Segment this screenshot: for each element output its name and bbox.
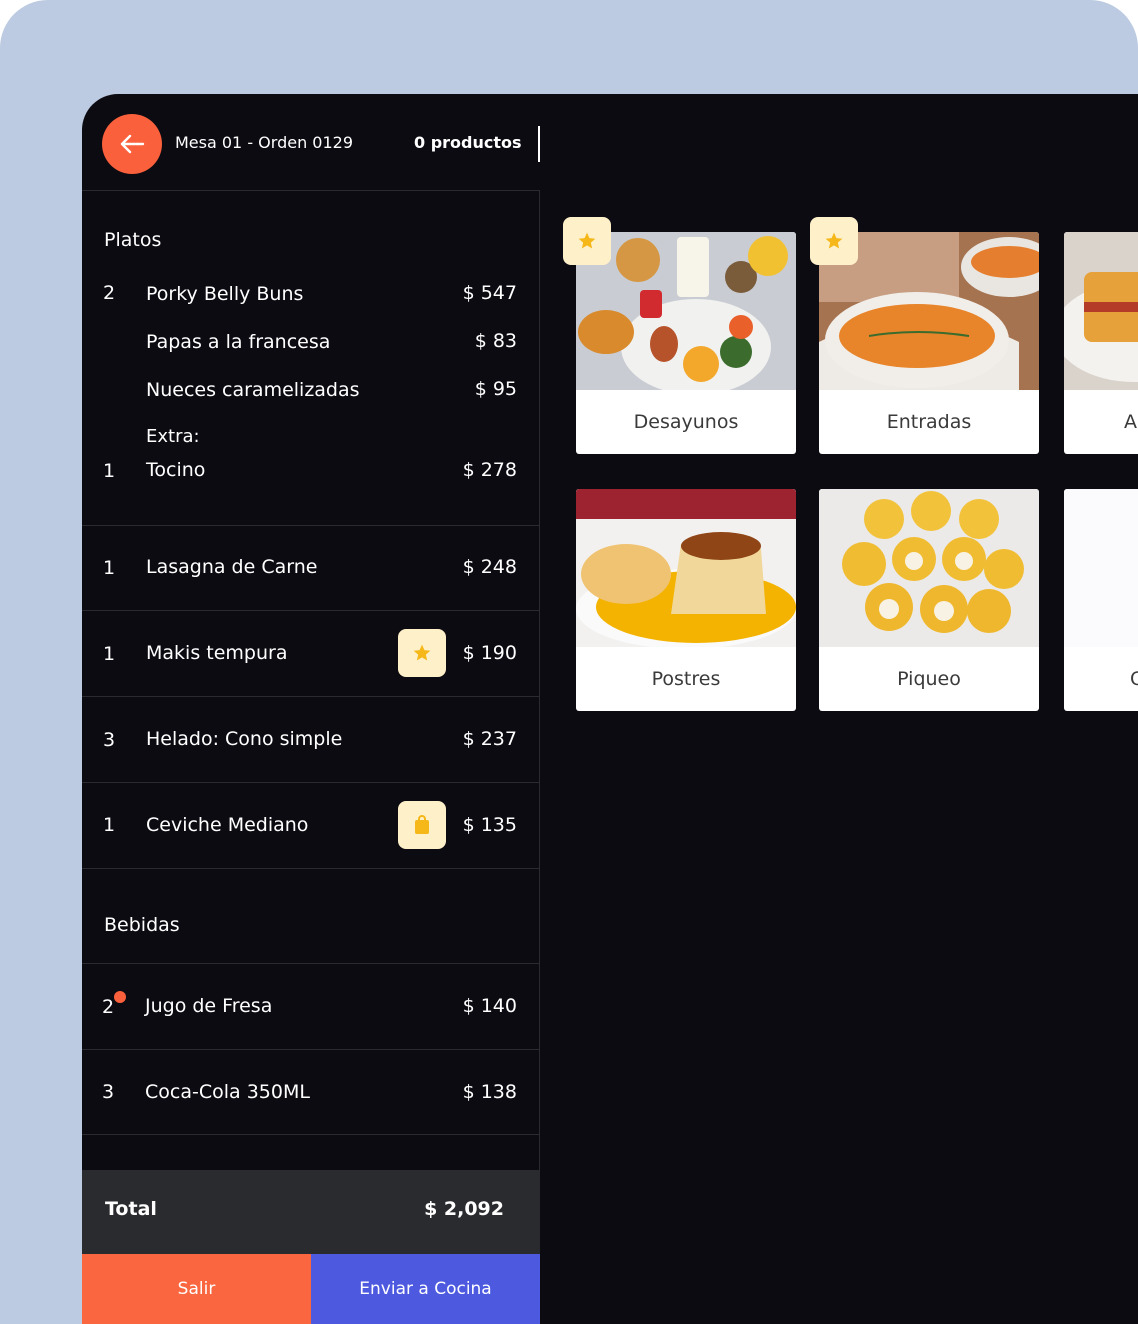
row-divider [82,1049,539,1050]
total-value: $ 2,092 [424,1198,504,1220]
star-icon [413,644,431,661]
item-qty: 1 [103,460,116,482]
item-name: Helado: Cono simple [146,728,343,750]
category-card-c[interactable]: C [1064,489,1138,711]
item-name: Porky Belly Buns [146,283,304,305]
favorite-badge[interactable] [398,629,446,677]
category-label: C [1130,668,1138,690]
exit-button[interactable]: Salir [82,1254,311,1324]
category-image [1064,489,1138,647]
item-qty: 3 [103,729,116,751]
device-frame: Mesa 01 - Orden 0129 0 productos Platos … [0,0,1138,1324]
row-divider [82,868,539,869]
category-label: Entradas [886,411,972,433]
total-bar: Total $ 2,092 [82,1170,540,1254]
item-qty: 2 [103,282,116,304]
product-count: 0 productos [414,133,522,152]
item-price: $ 547 [462,282,517,304]
item-qty: 3 [102,1081,115,1103]
star-icon [578,232,596,249]
item-qty: 2 [102,996,115,1018]
arrow-left-icon [120,134,145,154]
extra-label: Extra: [146,426,200,447]
item-name: Coca-Cola 350ML [145,1081,310,1103]
row-divider [82,696,539,697]
category-label: Desayunos [633,411,739,433]
item-price: $ 138 [462,1081,517,1103]
item-price: $ 140 [462,995,517,1017]
category-card-piqueo[interactable]: Piqueo [819,489,1039,711]
row-divider [82,525,539,526]
item-price: $ 278 [462,459,517,481]
bag-icon [415,815,429,834]
item-qty: 1 [103,814,116,836]
item-name: Ceviche Mediano [146,814,309,836]
category-card-al[interactable]: Al [1064,232,1138,454]
category-label: Piqueo [897,668,961,690]
order-title: Mesa 01 - Orden 0129 [175,133,354,152]
makis-image [819,489,1039,647]
item-name: Lasagna de Carne [146,556,318,578]
row-divider [82,782,539,783]
item-price: $ 135 [462,814,517,836]
category-card-entradas[interactable]: Entradas [819,232,1039,454]
item-name: Jugo de Fresa [145,995,273,1017]
item-qty: 1 [103,557,116,579]
item-qty: 1 [103,643,116,665]
category-card-desayunos[interactable]: Desayunos [576,232,796,454]
item-price: $ 248 [462,556,517,578]
category-label: Postres [651,668,721,690]
pos-screen: Mesa 01 - Orden 0129 0 productos Platos … [82,94,1138,1324]
order-panel: Platos 2 Porky Belly Buns $ 547 Papas a … [82,190,540,1170]
takeaway-badge[interactable] [398,801,446,849]
item-name: Makis tempura [146,642,288,664]
star-icon [825,232,843,249]
item-name: Tocino [146,459,206,481]
category-card-postres[interactable]: Postres [576,489,796,711]
item-price: $ 190 [462,642,517,664]
header-divider [538,126,540,162]
favorite-toggle[interactable] [563,217,611,265]
send-to-kitchen-button[interactable]: Enviar a Cocina [311,1254,540,1324]
item-name: Papas a la francesa [146,331,331,353]
item-price: $ 237 [462,728,517,750]
item-price: $ 95 [474,378,517,400]
row-divider [82,963,539,964]
item-name: Nueces caramelizadas [146,379,360,401]
row-divider [82,610,539,611]
favorite-toggle[interactable] [810,217,858,265]
status-dot [114,991,126,1003]
section-title-platos: Platos [104,229,162,251]
row-divider [82,1134,539,1135]
item-price: $ 83 [474,330,517,352]
category-label: Al [1124,411,1138,433]
lasagna-image [1064,232,1138,390]
flan-image [576,489,796,647]
back-button[interactable] [102,114,162,174]
total-label: Total [105,1198,157,1220]
section-title-bebidas: Bebidas [104,914,180,936]
